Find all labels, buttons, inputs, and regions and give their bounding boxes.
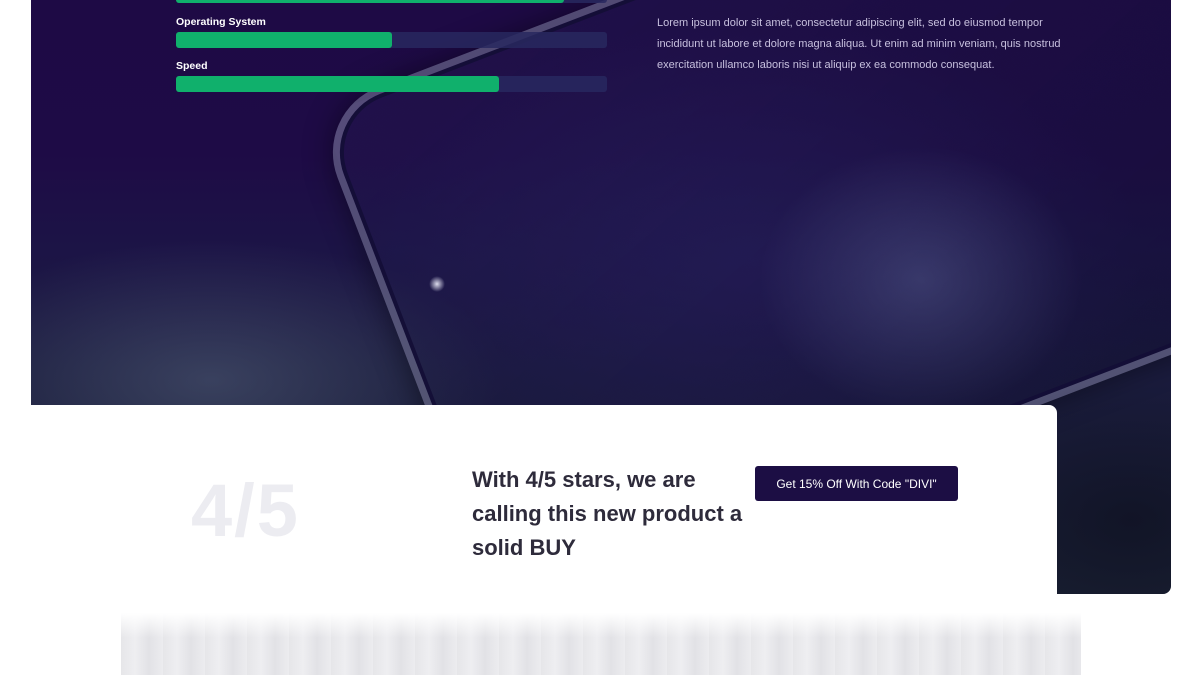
rating-score: 4/5 bbox=[191, 469, 300, 552]
skill-bar-speed-fill bbox=[176, 76, 500, 92]
discount-button[interactable]: Get 15% Off With Code "DIVI" bbox=[755, 466, 958, 501]
skill-bar-operating-system-fill bbox=[176, 32, 392, 48]
description-text: Lorem ipsum dolor sit amet, consectetur … bbox=[657, 17, 1061, 71]
skill-bar-1-fill bbox=[176, 0, 564, 3]
bottom-image bbox=[121, 613, 1081, 675]
skill-bar-1 bbox=[176, 0, 607, 3]
phone-glint bbox=[429, 276, 445, 292]
rating-card: 4/5 With 4/5 stars, we are calling this … bbox=[31, 405, 1057, 595]
skill-label-operating-system: Operating System bbox=[176, 16, 266, 28]
skill-label-speed: Speed bbox=[176, 60, 208, 72]
skill-bar-speed bbox=[176, 76, 607, 92]
skill-bar-operating-system bbox=[176, 32, 607, 48]
rating-verdict: With 4/5 stars, we are calling this new … bbox=[472, 467, 743, 560]
